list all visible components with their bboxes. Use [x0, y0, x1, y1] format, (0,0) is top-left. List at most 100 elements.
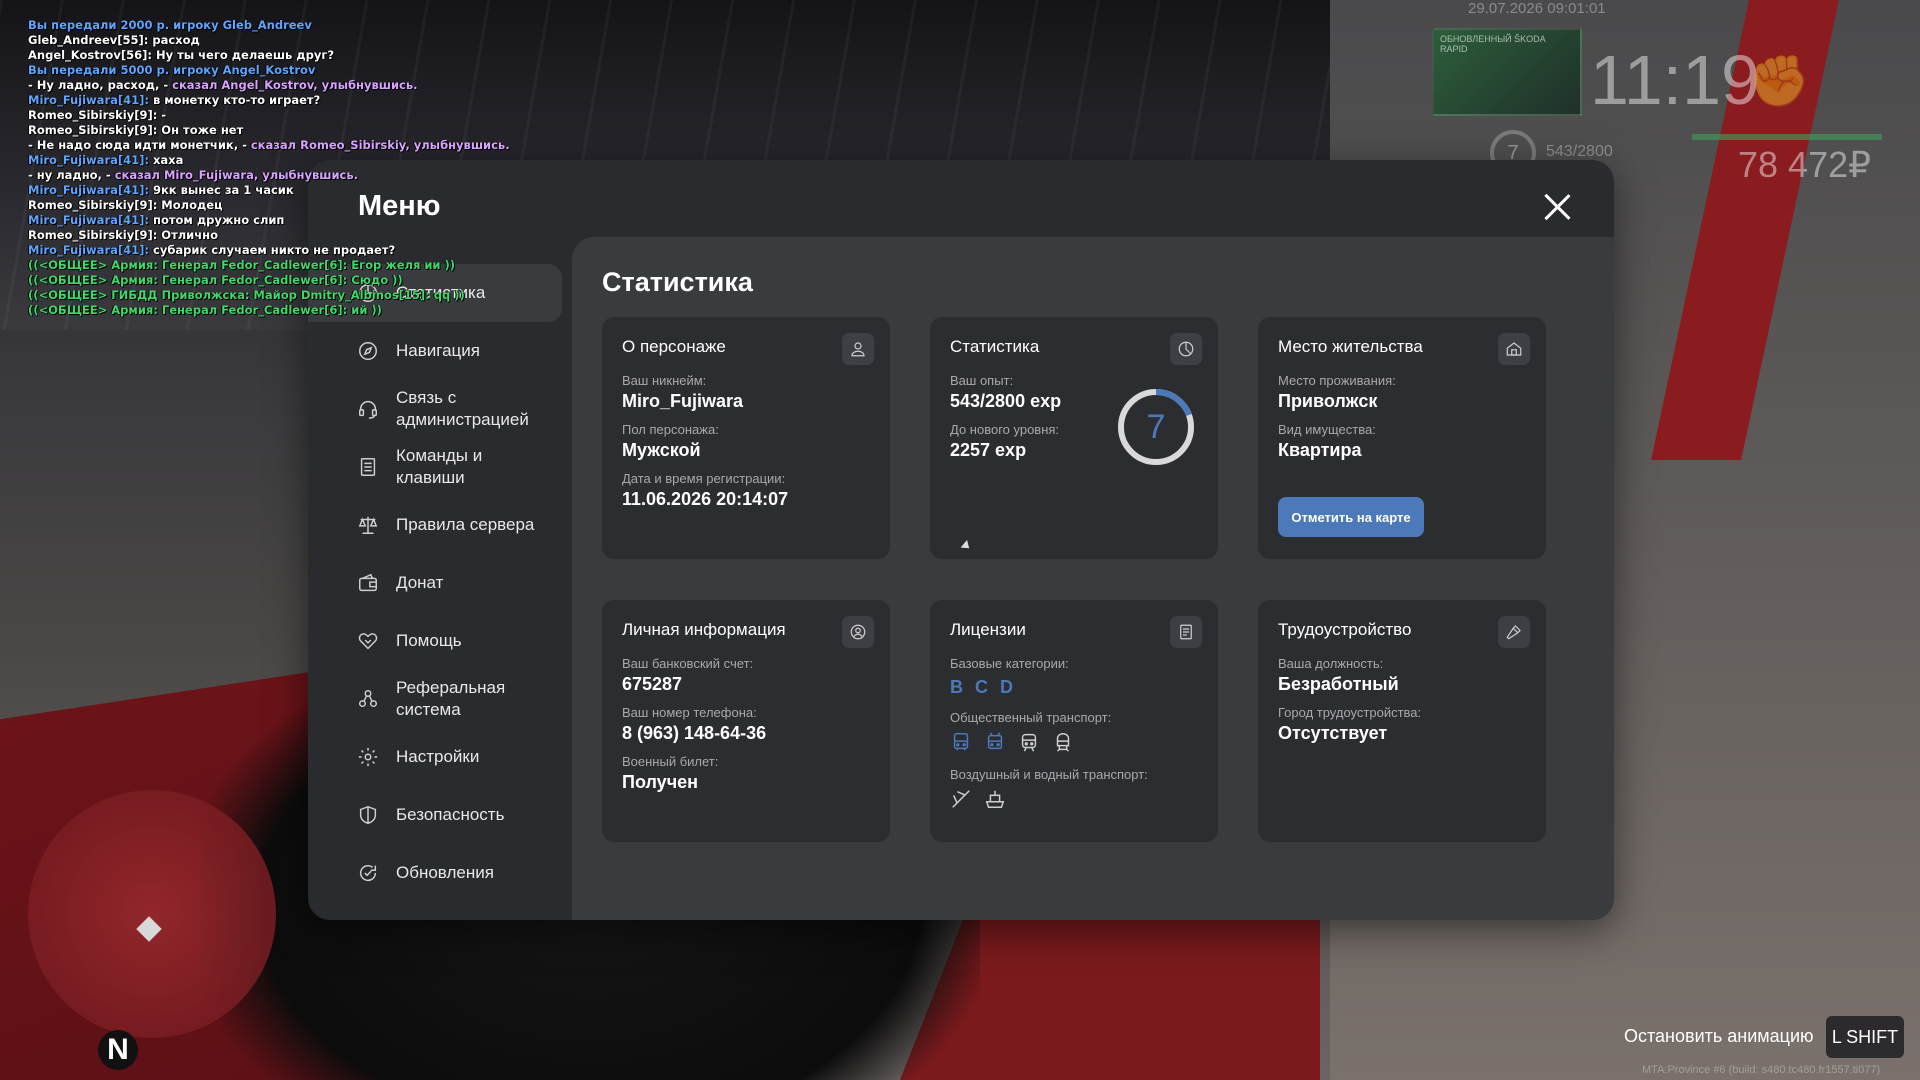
nickname-label: Ваш никнейм:: [622, 373, 707, 388]
sidebar-item-label: Донат: [396, 573, 444, 592]
chat-line: - Не надо сюда идти монетчик, - сказал R…: [28, 138, 648, 153]
card-title: Статистика: [950, 337, 1040, 356]
trolleybus-icon: [984, 731, 1006, 753]
sidebar-item-commands[interactable]: Команды и клавиши: [308, 438, 563, 496]
chat-line: Miro_Fujiwara[41]: потом дружно слип: [28, 213, 648, 228]
chat-line: Miro_Fujiwara[41]: 9кк вынес за 1 часик: [28, 183, 648, 198]
license-category-c: C: [975, 677, 988, 697]
minimap: [28, 790, 276, 1038]
sidebar-item-label: Навигация: [396, 341, 480, 360]
job-city-value: Отсутствует: [1278, 723, 1388, 743]
chat-text: Miro_Fujiwara[41]:: [28, 153, 149, 167]
chat-text: 9кк вынес за 1 часик: [149, 183, 294, 197]
phone-value: 8 (963) 148-64-36: [622, 723, 767, 743]
chat-text: Romeo_Sibirskiy[9]: Отлично: [28, 228, 218, 242]
house-icon: [1498, 333, 1530, 365]
chat-text: Miro_Fujiwara[41]:: [28, 93, 149, 107]
phone-label: Ваш номер телефона:: [622, 705, 757, 720]
plane-icon: [950, 788, 972, 810]
chat-text: Angel_Kostrov[56]: Ну ты чего делаешь др…: [28, 48, 335, 62]
chat-text: Miro_Fujiwara[41]:: [28, 243, 149, 257]
public-transport-label: Общественный транспорт:: [950, 710, 1112, 725]
sidebar-item-security[interactable]: Безопасность: [308, 786, 563, 844]
sidebar-item-admin-contact[interactable]: Связь с администрацией: [308, 380, 563, 438]
sidebar-item-updates[interactable]: Обновления: [308, 844, 563, 902]
job-city-label: Город трудоустройства:: [1278, 705, 1422, 720]
hud-exp: 543/2800: [1546, 143, 1613, 160]
sidebar-item-label: Безопасность: [396, 805, 505, 824]
chat-line: Miro_Fujiwara[41]: хаха: [28, 153, 648, 168]
base-categories: B C D: [950, 677, 1198, 698]
chat-line: Romeo_Sibirskiy[9]: -: [28, 108, 648, 123]
chat-line: - Ну ладно, расход, - сказал Angel_Kostr…: [28, 78, 648, 93]
refresh-icon: [356, 861, 380, 885]
content-panel: Статистика О персонаже Ваш никнейм: Miro…: [572, 237, 1614, 920]
chat-line: ((<ОБЩЕЕ> Армия: Генерал Fedor_Cadlewer[…: [28, 303, 648, 318]
chat-line: Miro_Fujiwara[41]: субарик случаем никто…: [28, 243, 648, 258]
license-category-b: B: [950, 677, 963, 697]
sidebar-item-donate[interactable]: Донат: [308, 554, 563, 612]
air-water-transport-label: Воздушный и водный транспорт:: [950, 767, 1148, 782]
chat-line: Вы передали 5000 р. игроку Angel_Kostrov: [28, 63, 648, 78]
bus-icon: [950, 731, 972, 753]
gender-value: Мужской: [622, 440, 701, 460]
bank-account-label: Ваш банковский счет:: [622, 656, 754, 671]
hud-money: 78 472₽: [1738, 144, 1872, 185]
card-character: О персонаже Ваш никнейм: Miro_Fujiwara П…: [602, 317, 890, 559]
mark-on-map-button[interactable]: Отметить на карте: [1278, 497, 1424, 537]
sidebar-item-label: Настройки: [396, 747, 480, 766]
user-icon: [842, 333, 874, 365]
sidebar-item-label: Помощь: [396, 631, 462, 650]
tram-icon: [1018, 731, 1040, 753]
job-position-value: Безработный: [1278, 674, 1399, 694]
build-info: MTA:Province #6 (build: s480.tc480.fr155…: [1642, 1064, 1881, 1076]
sidebar-item-label: Реферальная система: [396, 678, 506, 719]
card-title: О персонаже: [622, 337, 726, 356]
chat-text: Romeo_Sibirskiy[9]: -: [28, 108, 167, 122]
card-residence: Место жительства Место проживания: Приво…: [1258, 317, 1546, 559]
job-position-label: Ваша должность:: [1278, 656, 1384, 671]
gear-icon: [356, 745, 380, 769]
card-title: Лицензии: [950, 620, 1026, 639]
wallet-icon: [356, 571, 380, 595]
document-icon: [356, 455, 380, 479]
fist-icon: ✊: [1748, 53, 1811, 109]
chat-text: Romeo_Sibirskiy[9]: Молодец: [28, 198, 223, 212]
chat-line: Gleb_Andreev[55]: расход: [28, 33, 648, 48]
card-statistics: Статистика Ваш опыт: 543/2800 exp До нов…: [930, 317, 1218, 559]
registration-value: 11.06.2026 20:14:07: [622, 489, 789, 509]
sidebar-item-referral[interactable]: Реферальная система: [308, 670, 563, 728]
sidebar-item-rules[interactable]: Правила сервера: [308, 496, 563, 554]
property-type-label: Вид имущества:: [1278, 422, 1376, 437]
chat-text: Romeo_Sibirskiy[9]: Он тоже нет: [28, 123, 244, 137]
public-transport-icons: [950, 731, 1198, 753]
chat-text: сказал Angel_Kostrov, улыбнувшись.: [172, 78, 418, 92]
chat-text: Miro_Fujiwara[41]:: [28, 183, 149, 197]
chat-text: ((<ОБЩЕЕ> Армия: Генерал Fedor_Cadlewer[…: [28, 303, 382, 317]
lshift-key-badge[interactable]: L SHIFT: [1826, 1016, 1904, 1058]
sidebar-item-settings[interactable]: Настройки: [308, 728, 563, 786]
referral-icon: [356, 687, 380, 711]
military-id-label: Военный билет:: [622, 754, 719, 769]
chat-text: ((<ОБЩЕЕ> Армия: Генерал Fedor_Cadlewer[…: [28, 258, 455, 272]
shield-icon: [356, 803, 380, 827]
card-personal-info: Личная информация Ваш банковский счет: 6…: [602, 600, 890, 842]
sidebar-item-help[interactable]: Помощь: [308, 612, 563, 670]
chat-line: Вы передали 2000 р. игроку Gleb_Andreev: [28, 18, 648, 33]
boat-icon: [984, 788, 1006, 810]
pie-chart-icon: [1170, 333, 1202, 365]
air-water-transport-icons: [950, 788, 1198, 810]
chat-line: Romeo_Sibirskiy[9]: Отлично: [28, 228, 648, 243]
property-type-value: Квартира: [1278, 440, 1362, 460]
close-icon[interactable]: [1542, 192, 1572, 222]
user-circle-icon: [842, 616, 874, 648]
scales-icon: [356, 513, 380, 537]
chat-text: - ну ладно, -: [28, 168, 115, 182]
chat-line: Romeo_Sibirskiy[9]: Он тоже нет: [28, 123, 648, 138]
headset-icon: [356, 397, 380, 421]
license-category-d: D: [1000, 677, 1013, 697]
chat-line: - ну ладно, - сказал Miro_Fujiwara, улыб…: [28, 168, 648, 183]
sidebar-item-navigation[interactable]: Навигация: [308, 322, 563, 380]
level-number: 7: [1146, 408, 1166, 446]
compass-north: N: [98, 1030, 138, 1070]
